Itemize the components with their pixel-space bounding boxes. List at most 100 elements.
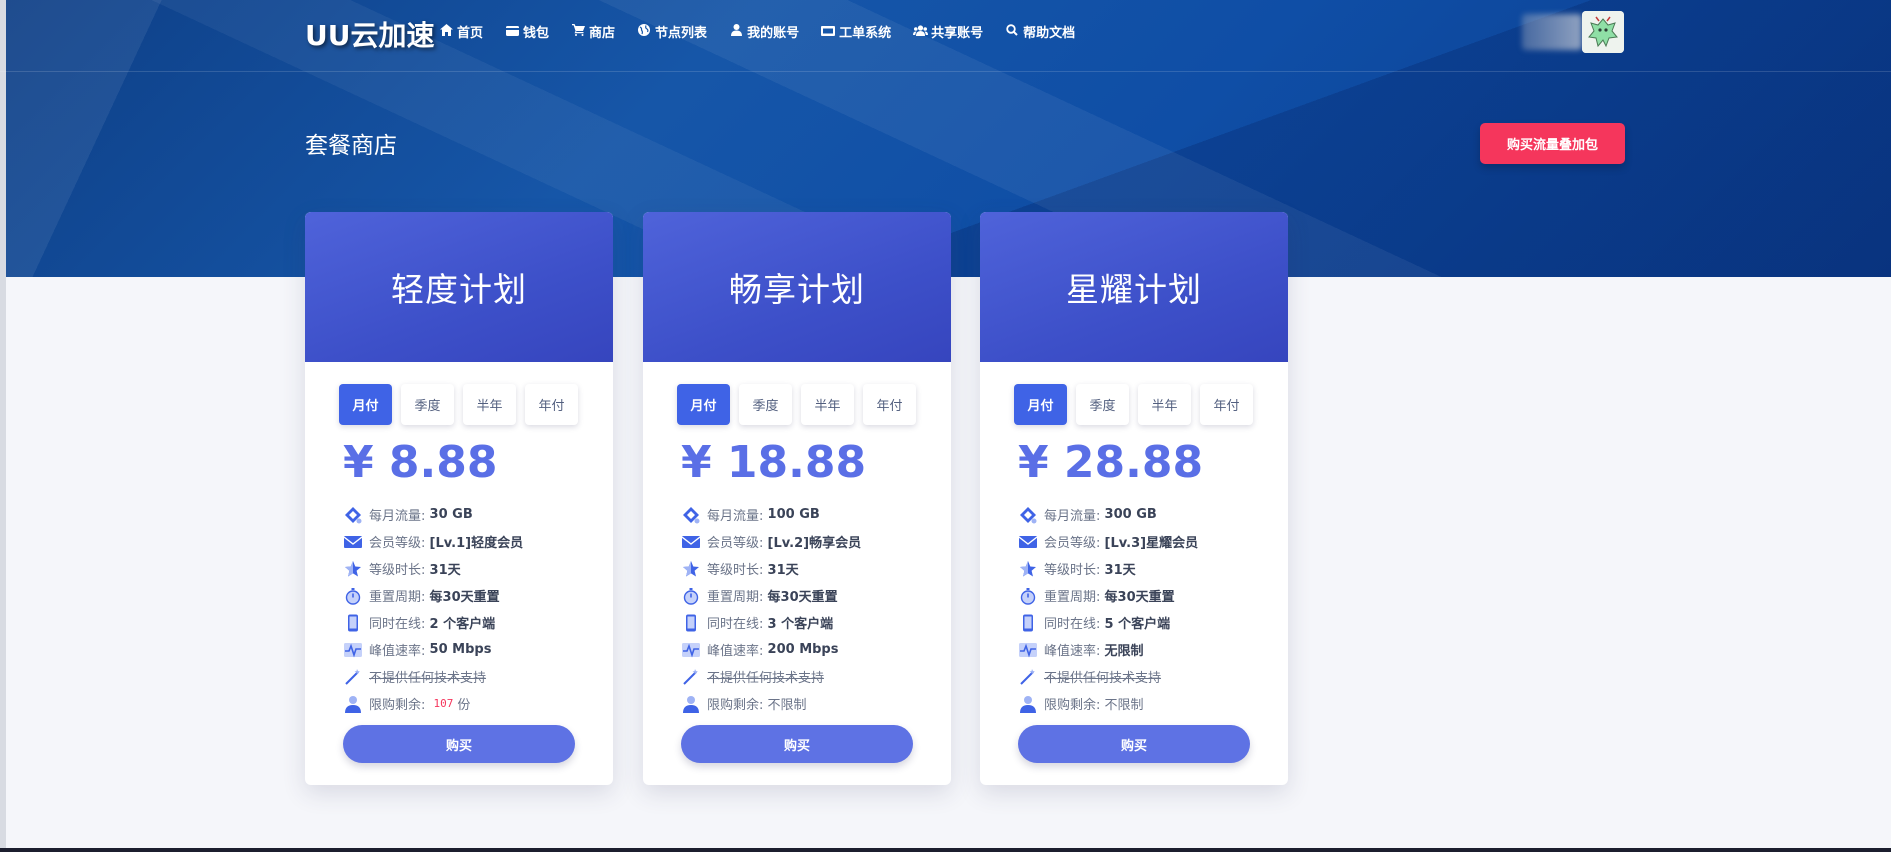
period-halfyear-button[interactable]: 半年	[801, 384, 854, 425]
feature-label: 重置周期:	[369, 590, 426, 605]
pulse-chart-icon	[1019, 641, 1037, 659]
user-icon	[344, 695, 362, 713]
feature-label: 每月流量:	[1044, 509, 1101, 524]
feature-quota: 限购剩余: 不限制	[1019, 690, 1198, 717]
globe-icon	[637, 24, 651, 39]
feature-online: 同时在线: 2 个客户端	[344, 609, 523, 636]
feature-value: 100 GB	[767, 507, 820, 522]
feature-label: 等级时长:	[707, 563, 764, 578]
billing-period-selector: 月付 季度 半年 年付	[677, 384, 916, 425]
feature-label: 同时在线:	[1044, 617, 1101, 632]
period-monthly-button[interactable]: 月付	[677, 384, 730, 425]
nav-help[interactable]: 帮助文档	[1005, 22, 1075, 41]
diamond-icon	[682, 506, 700, 524]
brand-logo[interactable]: UU云加速	[305, 14, 434, 54]
feature-label: 会员等级:	[1044, 536, 1101, 551]
ticket-icon	[821, 25, 836, 39]
star-icon	[1019, 560, 1037, 578]
stopwatch-icon	[682, 587, 700, 605]
feature-label: 会员等级:	[369, 536, 426, 551]
star-icon	[344, 560, 362, 578]
avatar[interactable]	[1582, 11, 1624, 53]
feature-value: [Lv.3]星耀会员	[1104, 536, 1199, 551]
feature-value: 50 Mbps	[429, 642, 492, 657]
nav-account[interactable]: 我的账号	[729, 22, 799, 41]
feature-label: 限购剩余:	[1044, 698, 1101, 713]
nav-shared[interactable]: 共享账号	[913, 22, 983, 41]
nav-label: 共享账号	[931, 26, 984, 41]
buy-button[interactable]: 购买	[1018, 725, 1250, 763]
nav-nodes[interactable]: 节点列表	[637, 22, 707, 41]
buy-button[interactable]: 购买	[681, 725, 913, 763]
plan-card-header: 轻度计划	[305, 212, 613, 362]
feature-support: 不提供任何技术支持	[1019, 663, 1198, 690]
period-monthly-button[interactable]: 月付	[1014, 384, 1067, 425]
plan-title: 星耀计划	[1066, 270, 1202, 309]
nav-tickets[interactable]: 工单系统	[821, 22, 891, 41]
plan-card-header: 畅享计划	[643, 212, 951, 362]
period-quarterly-button[interactable]: 季度	[401, 384, 454, 425]
feature-label: 峰值速率:	[369, 644, 426, 659]
feature-value: 5 个客户端	[1104, 617, 1171, 632]
plan-features: 每月流量: 30 GB 会员等级: [Lv.1]轻度会员 等级时长: 31天 重…	[343, 501, 523, 717]
feature-level: 会员等级: [Lv.2]畅享会员	[681, 528, 862, 555]
feature-value: 每30天重置	[429, 590, 500, 605]
nav-wallet[interactable]: 钱包	[505, 22, 549, 41]
nav-home[interactable]: 首页	[439, 22, 483, 41]
period-quarterly-button[interactable]: 季度	[739, 384, 792, 425]
feature-value: 2 个客户端	[429, 617, 496, 632]
quota-count: 107	[433, 697, 454, 710]
stopwatch-icon	[344, 587, 362, 605]
feature-label: 等级时长:	[1044, 563, 1101, 578]
feature-duration: 等级时长: 31天	[682, 555, 861, 582]
feature-traffic: 每月流量: 30 GB	[344, 501, 523, 528]
cart-icon	[571, 24, 585, 39]
nav-label: 工单系统	[839, 26, 892, 41]
feature-label: 会员等级:	[707, 536, 764, 551]
feature-duration: 等级时长: 31天	[1019, 555, 1198, 582]
plan-title: 轻度计划	[391, 270, 527, 309]
period-monthly-button[interactable]: 月付	[339, 384, 392, 425]
feature-label: 重置周期:	[707, 590, 764, 605]
nav-label: 钱包	[523, 26, 550, 41]
feature-label: 峰值速率:	[1044, 644, 1101, 659]
period-yearly-button[interactable]: 年付	[525, 384, 578, 425]
phone-icon	[1019, 614, 1037, 632]
feature-label: 重置周期:	[1044, 590, 1101, 605]
feature-value: [Lv.2]畅享会员	[767, 536, 862, 551]
nav-label: 我的账号	[747, 26, 800, 41]
period-quarterly-button[interactable]: 季度	[1076, 384, 1129, 425]
billing-period-selector: 月付 季度 半年 年付	[1014, 384, 1253, 425]
feature-value: 3 个客户端	[767, 617, 834, 632]
nav-shop[interactable]: 商店	[571, 22, 615, 41]
feature-reset: 重置周期: 每30天重置	[1019, 582, 1198, 609]
plan-price: ¥ 18.88	[681, 437, 867, 488]
feature-label: 每月流量:	[369, 509, 426, 524]
period-halfyear-button[interactable]: 半年	[1138, 384, 1191, 425]
feature-value: 300 GB	[1104, 507, 1157, 522]
plan-card-enjoy: 畅享计划 月付 季度 半年 年付 ¥ 18.88 每月流量: 100 GB 会员…	[643, 212, 951, 785]
feature-level: 会员等级: [Lv.3]星耀会员	[1018, 528, 1199, 555]
buy-button[interactable]: 购买	[343, 725, 575, 763]
plan-card-header: 星耀计划	[980, 212, 1288, 362]
buy-traffic-addon-button[interactable]: 购买流量叠加包	[1480, 123, 1625, 164]
feature-value: 30 GB	[429, 507, 473, 522]
diamond-icon	[344, 506, 362, 524]
period-yearly-button[interactable]: 年付	[1200, 384, 1253, 425]
search-icon	[1005, 24, 1019, 39]
pulse-chart-icon	[682, 641, 700, 659]
left-edge	[0, 0, 6, 852]
feature-value: 31天	[767, 563, 799, 578]
feature-value: 31天	[429, 563, 461, 578]
magic-wand-icon	[682, 668, 700, 686]
plan-card-light: 轻度计划 月付 季度 半年 年付 ¥ 8.88 每月流量: 30 GB 会员等级…	[305, 212, 613, 785]
feature-level: 会员等级: [Lv.1]轻度会员	[343, 528, 523, 555]
top-navbar: UU云加速 首页 钱包 商店 节点列表 我的账号 工单系统 共享账号 帮助文档	[0, 0, 1891, 72]
username-blurred[interactable]	[1522, 14, 1582, 50]
period-yearly-button[interactable]: 年付	[863, 384, 916, 425]
feature-support-text: 不提供任何技术支持	[1044, 671, 1162, 686]
period-halfyear-button[interactable]: 半年	[463, 384, 516, 425]
user-icon	[1019, 695, 1037, 713]
home-icon	[439, 24, 453, 39]
feature-label: 限购剩余:	[369, 698, 426, 713]
